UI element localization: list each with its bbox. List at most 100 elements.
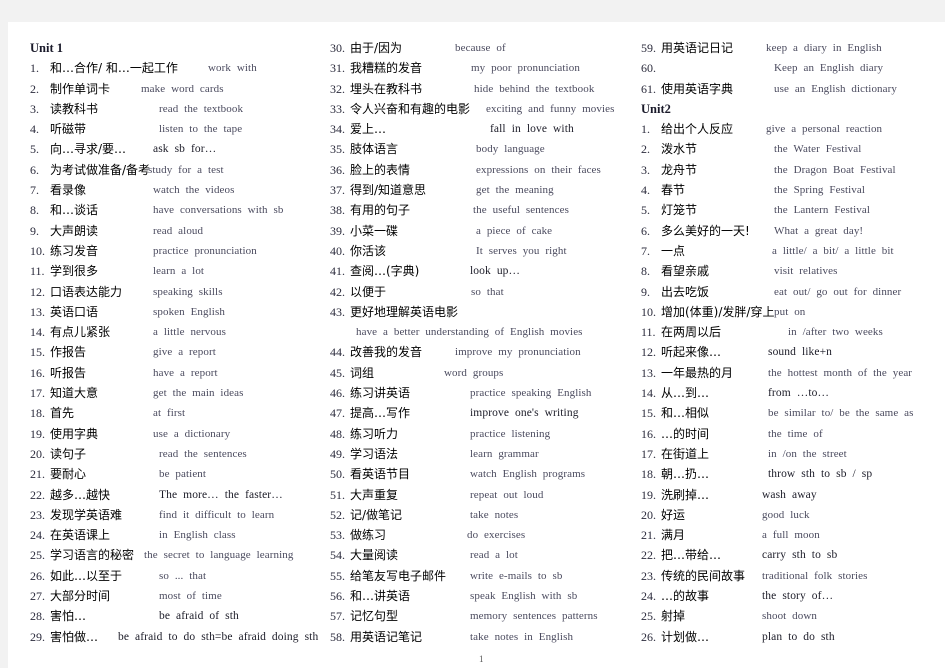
item-number: 34. <box>330 122 345 137</box>
english-phrase: improve my pronunciation <box>455 346 581 359</box>
chinese-phrase: 发现学英语难 <box>50 507 123 522</box>
vocab-item: 43. 更好地理解英语电影 <box>330 302 640 322</box>
english-phrase: make word cards <box>141 82 224 95</box>
item-number: 40. <box>330 243 345 258</box>
item-number: 2. <box>30 81 39 96</box>
chinese-phrase: 大声重复 <box>350 487 399 502</box>
english-phrase: read aloud <box>153 224 204 237</box>
english-phrase: fall in love with <box>490 123 574 136</box>
chinese-phrase: 学到很多 <box>50 264 99 279</box>
vocab-item: 12. 口语表达能力 speaking skills <box>30 282 330 302</box>
english-phrase: have a report <box>153 366 218 379</box>
item-number: 36. <box>330 162 345 177</box>
chinese-phrase: 首先 <box>50 406 75 421</box>
item-number: 38. <box>330 203 345 218</box>
chinese-phrase: 计划做… <box>661 629 710 644</box>
chinese-phrase: 害怕做… <box>50 629 99 644</box>
item-number: 46. <box>330 386 345 401</box>
item-number: 32. <box>330 81 345 96</box>
chinese-phrase: 得到/知道意思 <box>350 183 427 198</box>
vocab-item: 16. …的时间 the time of <box>641 424 945 444</box>
english-phrase: learn a lot <box>153 265 205 278</box>
item-number: 15. <box>30 345 45 360</box>
chinese-phrase: 灯笼节 <box>661 203 698 218</box>
chinese-phrase: 大部分时间 <box>50 589 111 604</box>
item-number: 20. <box>641 507 656 522</box>
chinese-phrase: 令人兴奋和有趣的电影 <box>350 101 471 116</box>
vocab-item: 47. 提高…写作 improve one's writing <box>330 403 640 423</box>
english-phrase: so that <box>471 285 504 298</box>
item-number: 21. <box>30 467 45 482</box>
vocab-item: 44. 改善我的发音 improve my pronunciation <box>330 342 640 362</box>
english-phrase: eat out/ go out for dinner <box>774 285 902 298</box>
item-number: 7. <box>641 243 650 258</box>
vocab-item: 1. 给出个人反应 give a personal reaction <box>641 119 945 139</box>
chinese-phrase: 看望亲戚 <box>661 264 710 279</box>
english-phrase: have conversations with sb <box>153 204 284 217</box>
english-phrase: the time of <box>768 427 823 440</box>
chinese-phrase: 学习语法 <box>350 446 399 461</box>
chinese-phrase: …的故事 <box>661 589 710 604</box>
vocab-item: 3. 读教科书 read the textbook <box>30 99 330 119</box>
english-phrase: expressions on their faces <box>476 163 601 176</box>
english-phrase: hide behind the textbook <box>474 82 595 95</box>
english-phrase: speaking skills <box>153 285 223 298</box>
chinese-phrase: 满月 <box>661 528 686 543</box>
vocab-item: 16. 听报告 have a report <box>30 363 330 383</box>
vocab-item: 9. 出去吃饭 eat out/ go out for dinner <box>641 282 945 302</box>
vocab-item: 39. 小菜一碟 a piece of cake <box>330 221 640 241</box>
chinese-phrase: 从…到… <box>661 386 710 401</box>
vocab-item: 21. 满月 a full moon <box>641 525 945 545</box>
chinese-phrase: 词组 <box>350 365 375 380</box>
vocab-item: 35. 肢体语言 body language <box>330 139 640 159</box>
vocab-item: 11. 在两周以后 in /after two weeks <box>641 322 945 342</box>
english-phrase: carry sth to sb <box>762 549 838 562</box>
english-phrase: use an English dictionary <box>774 82 898 95</box>
english-phrase: keep a diary in English <box>766 42 882 54</box>
vocab-item: 37. 得到/知道意思 get the meaning <box>330 180 640 200</box>
item-number: 26. <box>641 629 656 644</box>
item-number: 19. <box>30 426 45 441</box>
chinese-phrase: 和…相似 <box>661 406 710 421</box>
english-phrase: get the meaning <box>476 184 554 197</box>
chinese-phrase: 用英语记笔记 <box>350 629 423 644</box>
item-number: 58. <box>330 629 345 644</box>
item-number: 8. <box>641 264 650 279</box>
chinese-phrase: 出去吃饭 <box>661 284 710 299</box>
item-number: 42. <box>330 284 345 299</box>
vocab-item: 60. Keep an English diary <box>641 58 945 78</box>
vocab-item: 38. 有用的句子 the useful sentences <box>330 200 640 220</box>
english-phrase: study for a test <box>148 163 224 176</box>
chinese-phrase: 练习听力 <box>350 426 399 441</box>
item-number: 13. <box>30 304 45 319</box>
item-number: 11. <box>641 325 656 340</box>
chinese-phrase: 读句子 <box>50 446 87 461</box>
item-number: 18. <box>641 467 656 482</box>
vocab-item: 56. 和…讲英语 speak English with sb <box>330 586 640 606</box>
english-phrase: exciting and funny movies <box>486 102 615 115</box>
english-phrase: a full moon <box>762 529 820 542</box>
item-number: 51. <box>330 487 345 502</box>
vocab-item: 18. 朝…扔… throw sth to sb / sp <box>641 464 945 484</box>
english-phrase: be afraid to do sth=be afraid doing sth <box>118 630 319 643</box>
item-number: 10. <box>641 304 656 319</box>
vocab-item: 45. 词组 word groups <box>330 363 640 383</box>
chinese-phrase: 朝…扔… <box>661 467 710 482</box>
vocab-item: 52. 记/做笔记 take notes <box>330 505 640 525</box>
item-number: 20. <box>30 446 45 461</box>
vocab-item: 20. 读句子 read the sentences <box>30 444 330 464</box>
chinese-phrase: 口语表达能力 <box>50 284 123 299</box>
item-number: 8. <box>30 203 39 218</box>
english-phrase: put on <box>774 305 806 318</box>
vocab-item: 46. 练习讲英语 practice speaking English <box>330 383 640 403</box>
chinese-phrase: 给笔友写电子邮件 <box>350 568 447 583</box>
unit-heading-text: Unit2 <box>641 101 671 116</box>
item-number: 14. <box>641 386 656 401</box>
chinese-phrase: 向…寻求/要… <box>50 142 127 157</box>
chinese-phrase: 大量阅读 <box>350 548 399 563</box>
vocab-item: 40. 你活该 It serves you right <box>330 241 640 261</box>
english-phrase: write e-mails to sb <box>470 569 563 582</box>
item-number: 16. <box>30 365 45 380</box>
vocab-item: 24. …的故事 the story of… <box>641 586 945 606</box>
vocab-item: 59. 用英语记日记 keep a diary in English <box>641 38 945 58</box>
